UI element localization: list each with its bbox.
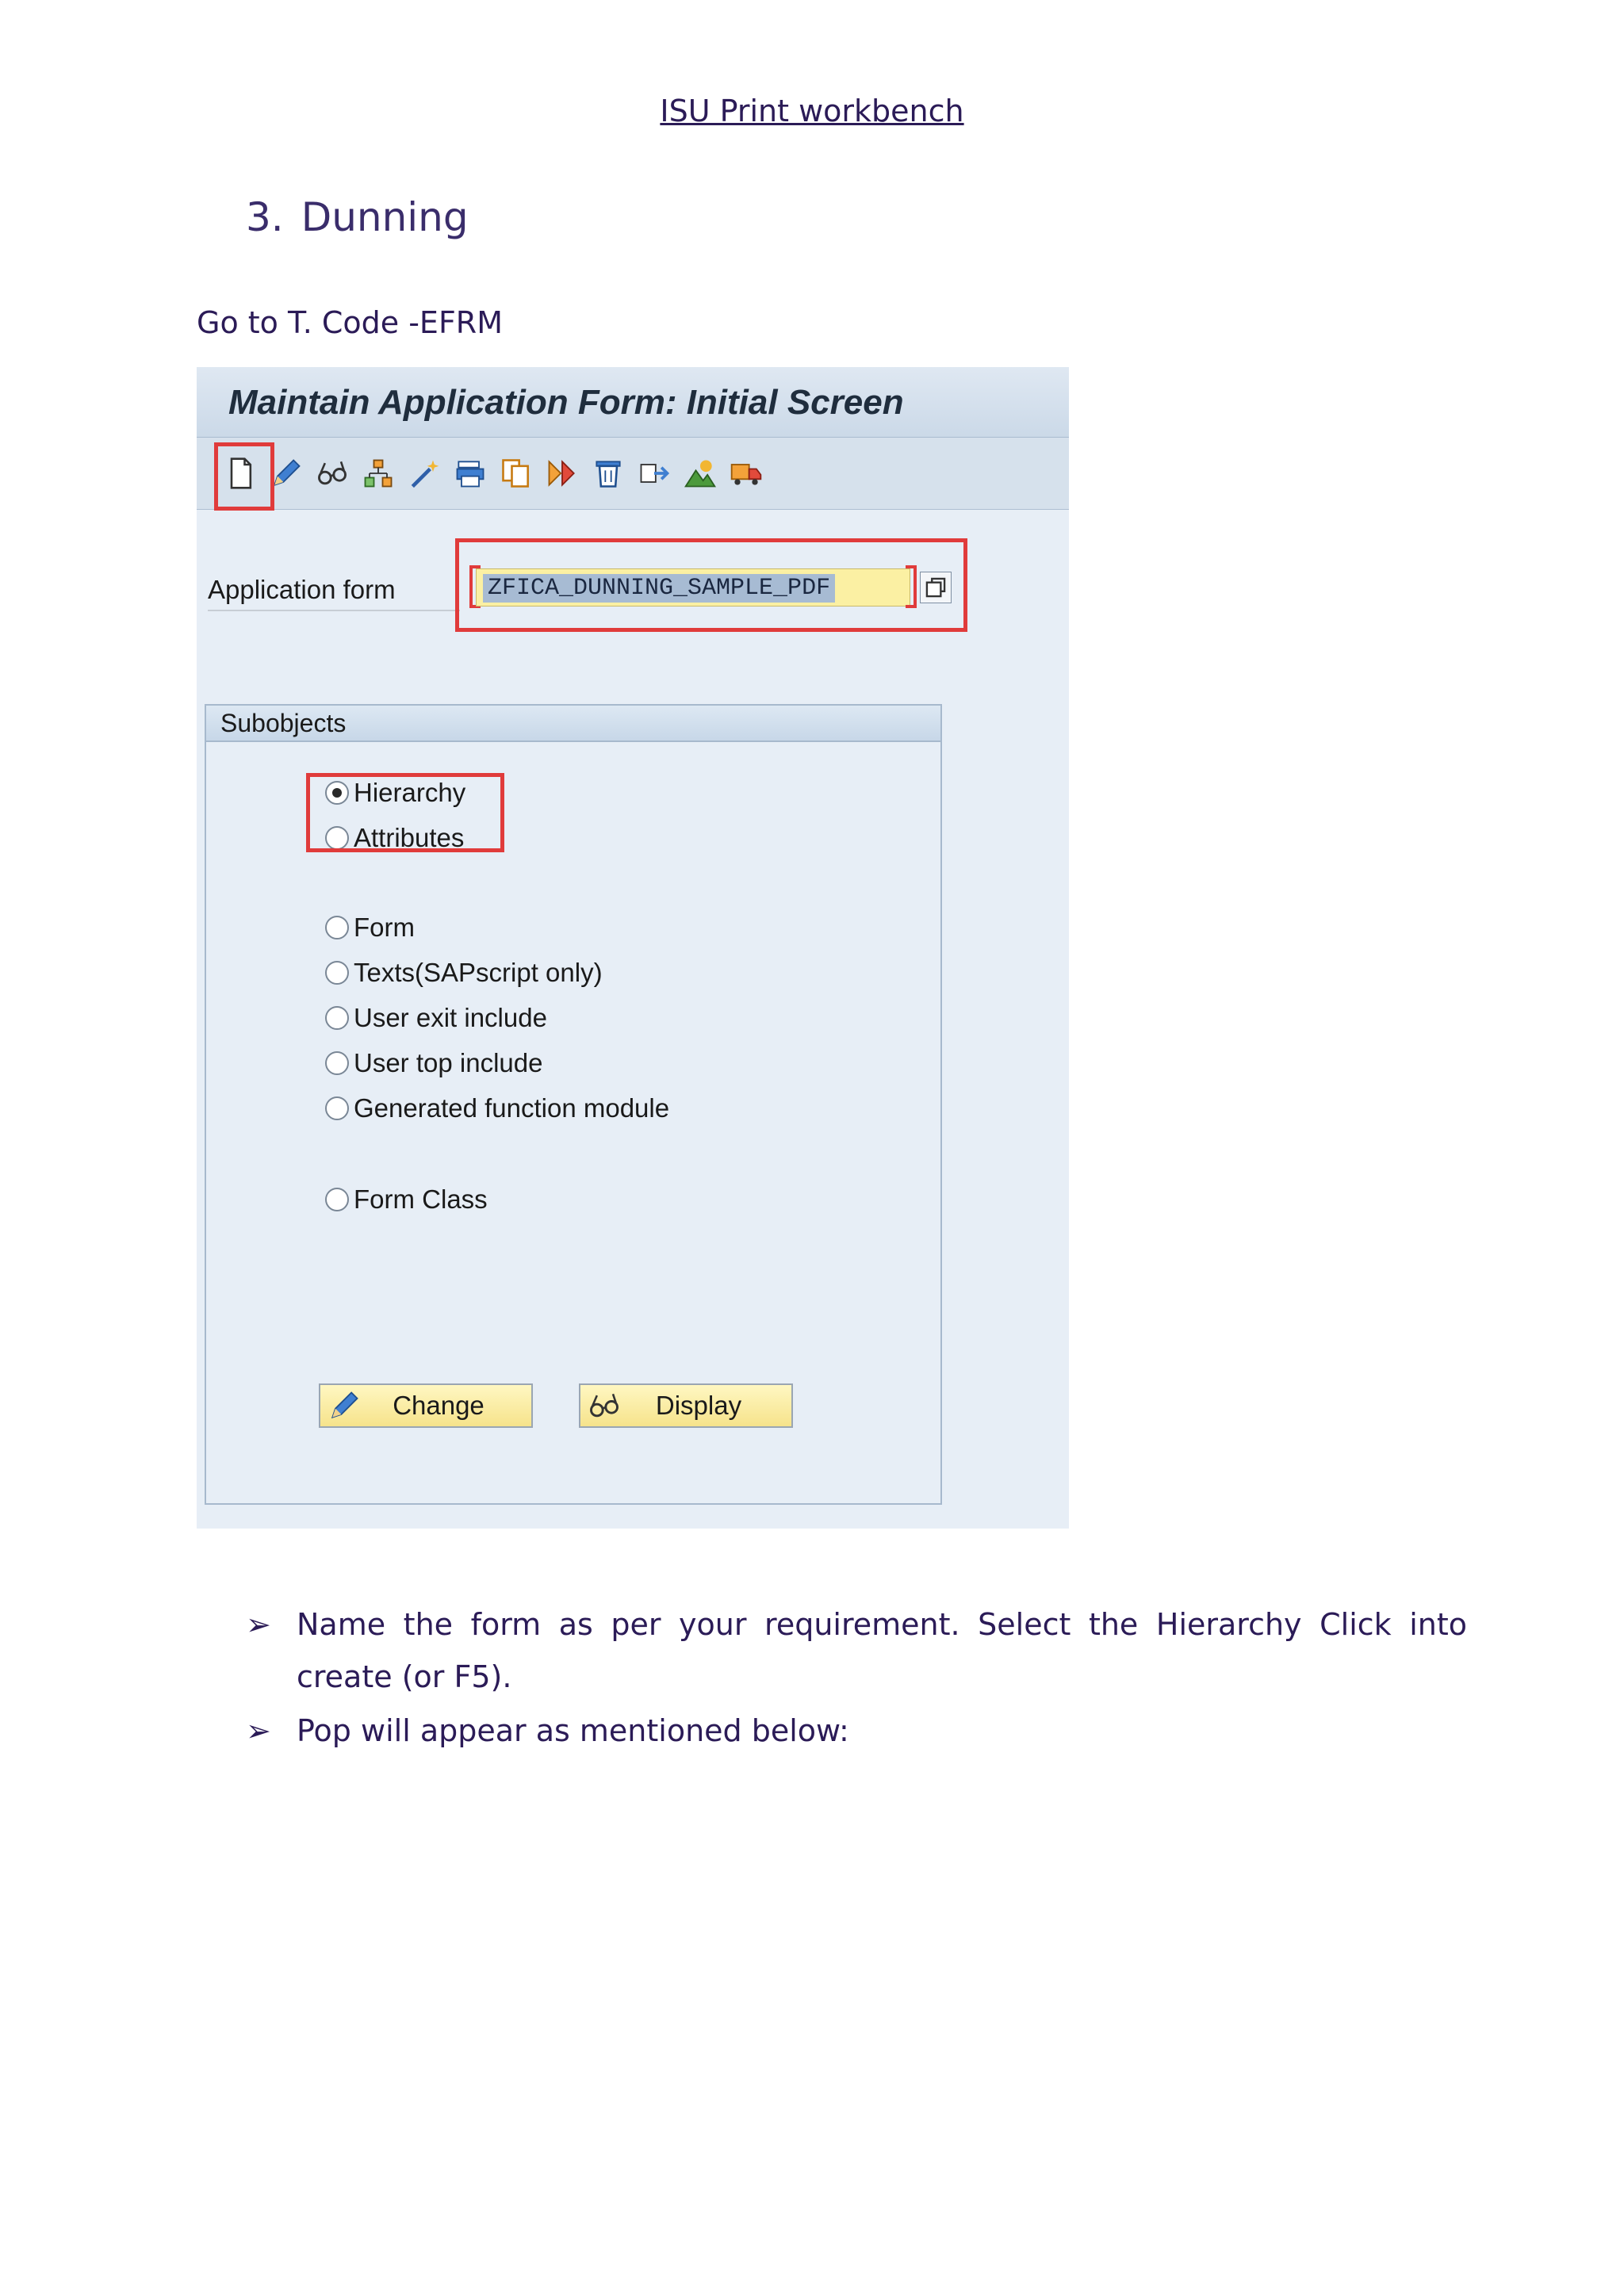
transport-icon[interactable] [728, 455, 764, 492]
print-icon[interactable] [452, 455, 488, 492]
radio-generated-fm[interactable]: Generated function module [325, 1093, 669, 1123]
application-form-label: Application form [208, 575, 460, 611]
display-glasses-icon[interactable] [314, 455, 350, 492]
section-number: 3. [246, 194, 284, 240]
radio-form-class[interactable]: Form Class [325, 1184, 488, 1215]
change-button[interactable]: Change [319, 1383, 533, 1428]
display-button-label: Display [655, 1391, 742, 1420]
display-glasses-icon [590, 1393, 619, 1418]
highlight-create-box [214, 442, 274, 511]
copy-icon[interactable] [498, 455, 534, 492]
arrow-bullet-icon: ➢ [246, 1713, 271, 1748]
arrow-bullet-icon: ➢ [246, 1607, 271, 1642]
sap-title-bar: Maintain Application Form: Initial Scree… [197, 367, 1069, 438]
section-title: Dunning [301, 194, 469, 240]
intro-text: Go to T. Code -EFRM [197, 305, 503, 340]
subobjects-title: Subobjects [206, 706, 940, 742]
delete-icon[interactable] [590, 455, 626, 492]
radio-icon [325, 1051, 349, 1075]
radio-form-label: Form [354, 913, 415, 942]
bullet-text: Pop will appear as mentioned below: [297, 1713, 849, 1748]
radio-icon [325, 1096, 349, 1120]
sap-screen-title: Maintain Application Form: Initial Scree… [228, 383, 904, 422]
highlight-hierarchy-box [306, 773, 504, 852]
highlight-form-box [455, 538, 967, 632]
radio-icon [325, 961, 349, 985]
mountain-icon[interactable] [682, 455, 718, 492]
radio-user-top-label: User top include [354, 1048, 543, 1077]
radio-icon [325, 1188, 349, 1211]
bullet-item: ➢ Name the form as per your requirement.… [246, 1598, 1467, 1703]
compare-icon[interactable] [544, 455, 580, 492]
export-icon[interactable] [636, 455, 672, 492]
sap-toolbar [197, 438, 1069, 510]
display-button[interactable]: Display [579, 1383, 793, 1428]
edit-pencil-icon [331, 1391, 358, 1419]
radio-icon [325, 1006, 349, 1030]
radio-texts-label: Texts(SAPscript only) [354, 958, 603, 987]
radio-texts[interactable]: Texts(SAPscript only) [325, 958, 603, 988]
bullet-item: ➢ Pop will appear as mentioned below: [246, 1705, 1467, 1757]
radio-form-class-label: Form Class [354, 1184, 488, 1214]
magic-wand-icon[interactable] [406, 455, 442, 492]
radio-user-exit-label: User exit include [354, 1003, 547, 1032]
bullet-text: Name the form as per your requirement. S… [297, 1607, 1467, 1694]
section-heading: 3. Dunning [246, 194, 469, 240]
radio-user-exit[interactable]: User exit include [325, 1003, 547, 1033]
radio-user-top[interactable]: User top include [325, 1048, 542, 1078]
radio-form[interactable]: Form [325, 913, 415, 943]
hierarchy-icon[interactable] [360, 455, 396, 492]
radio-icon [325, 916, 349, 939]
change-button-label: Change [393, 1391, 485, 1420]
sap-screenshot: Maintain Application Form: Initial Scree… [197, 367, 1069, 1529]
radio-generated-fm-label: Generated function module [354, 1093, 670, 1123]
document-header: ISU Print workbench [660, 94, 964, 128]
